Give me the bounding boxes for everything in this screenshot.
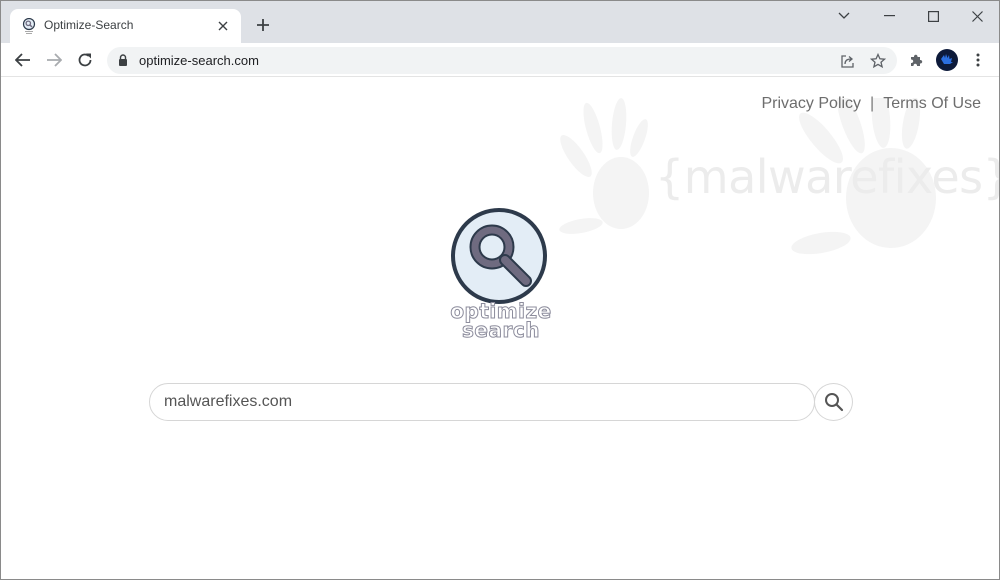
reload-icon [78, 53, 92, 67]
chevron-down-icon [838, 12, 850, 19]
share-icon[interactable] [837, 51, 857, 71]
tab-strip: Optimize-Search [1, 1, 999, 43]
close-icon [971, 10, 983, 22]
privacy-policy-link[interactable]: Privacy Policy [761, 95, 861, 113]
puzzle-icon [910, 54, 922, 66]
window-close-button[interactable] [954, 1, 1000, 31]
top-links: Privacy Policy | Terms Of Use [761, 95, 981, 113]
page-content: {malwarefixes} Privacy Policy | Terms Of… [1, 78, 999, 579]
reload-button[interactable] [71, 46, 99, 74]
extensions-button[interactable] [904, 48, 928, 72]
tab-search-button[interactable] [821, 1, 867, 31]
tab-title: Optimize-Search [44, 18, 134, 32]
url-text[interactable]: optimize-search.com [139, 53, 259, 68]
avatar[interactable] [935, 48, 959, 72]
arrow-left-icon [15, 53, 30, 67]
maximize-button[interactable] [910, 1, 956, 31]
terms-of-use-link[interactable]: Terms Of Use [883, 95, 981, 113]
minimize-button[interactable] [866, 1, 912, 31]
star-icon[interactable] [868, 51, 888, 71]
browser-toolbar: optimize-search.com [1, 43, 999, 77]
search-icon [824, 393, 843, 412]
watermark-text: {malwarefixes} [655, 150, 999, 204]
watermark: {malwarefixes} [551, 88, 999, 278]
address-bar[interactable]: optimize-search.com [107, 47, 897, 74]
kebab-menu-icon [976, 53, 980, 67]
handprint-watermark-icon [559, 88, 936, 255]
maximize-icon [927, 10, 939, 22]
new-tab-button[interactable] [251, 13, 275, 37]
browser-window: Optimize-Search optimize-search.com {mal… [0, 0, 1000, 580]
logo-line-2: search [462, 318, 540, 342]
plus-icon [257, 19, 269, 31]
tab-optimize-search[interactable]: Optimize-Search [10, 9, 241, 43]
close-icon[interactable] [211, 14, 235, 38]
logo-text: optimize search [431, 301, 571, 342]
optimize-search-logo-icon [451, 208, 547, 304]
arrow-right-icon [47, 53, 62, 67]
menu-button[interactable] [966, 48, 990, 72]
lock-icon [119, 54, 127, 66]
search-input[interactable] [164, 384, 794, 420]
back-button[interactable] [9, 46, 37, 74]
link-separator: | [870, 95, 875, 112]
search-button[interactable] [814, 383, 853, 421]
minimize-icon [883, 15, 895, 17]
optimize-search-favicon [22, 18, 36, 34]
forward-button[interactable] [40, 46, 68, 74]
search-box [149, 383, 815, 421]
